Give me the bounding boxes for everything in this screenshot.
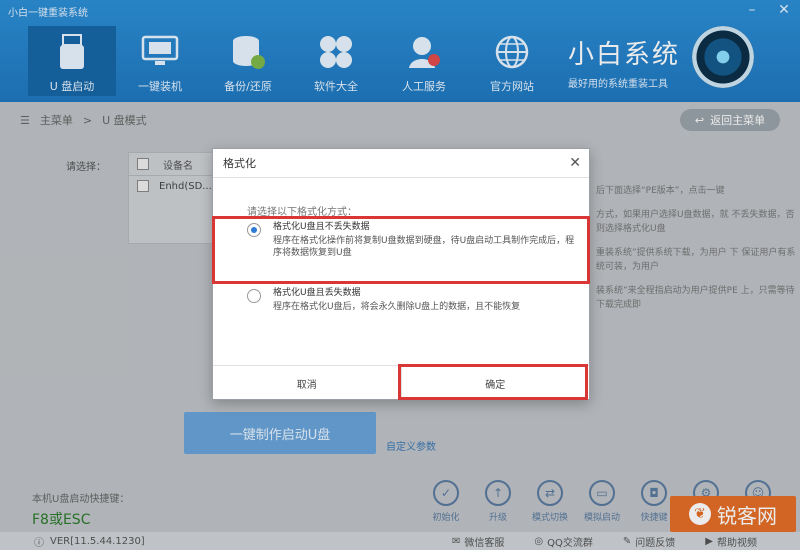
option-text: 格式化U盘且丢失数据 程序在格式化U盘后，将会永久删除U盘上的数据，且不能恢复: [273, 287, 577, 313]
radio-lose-data[interactable]: [247, 289, 261, 303]
highlight-box-option: [212, 216, 590, 284]
cancel-button[interactable]: 取消: [213, 366, 401, 400]
app-window: 小白一键重装系统 – ✕ U 盘启动 一键装机 备份/还原 软件大全 人工服务 …: [0, 0, 800, 550]
close-icon[interactable]: ✕: [569, 155, 581, 171]
dialog-title: 格式化: [213, 149, 589, 178]
format-option-lose-data[interactable]: 格式化U盘且丢失数据 程序在格式化U盘后，将会永久删除U盘上的数据，且不能恢复: [247, 287, 577, 313]
option-label: 格式化U盘且丢失数据: [273, 288, 361, 298]
option-description: 程序在格式化U盘后，将会永久删除U盘上的数据，且不能恢复: [273, 302, 521, 312]
highlight-box-confirm: [398, 364, 588, 400]
